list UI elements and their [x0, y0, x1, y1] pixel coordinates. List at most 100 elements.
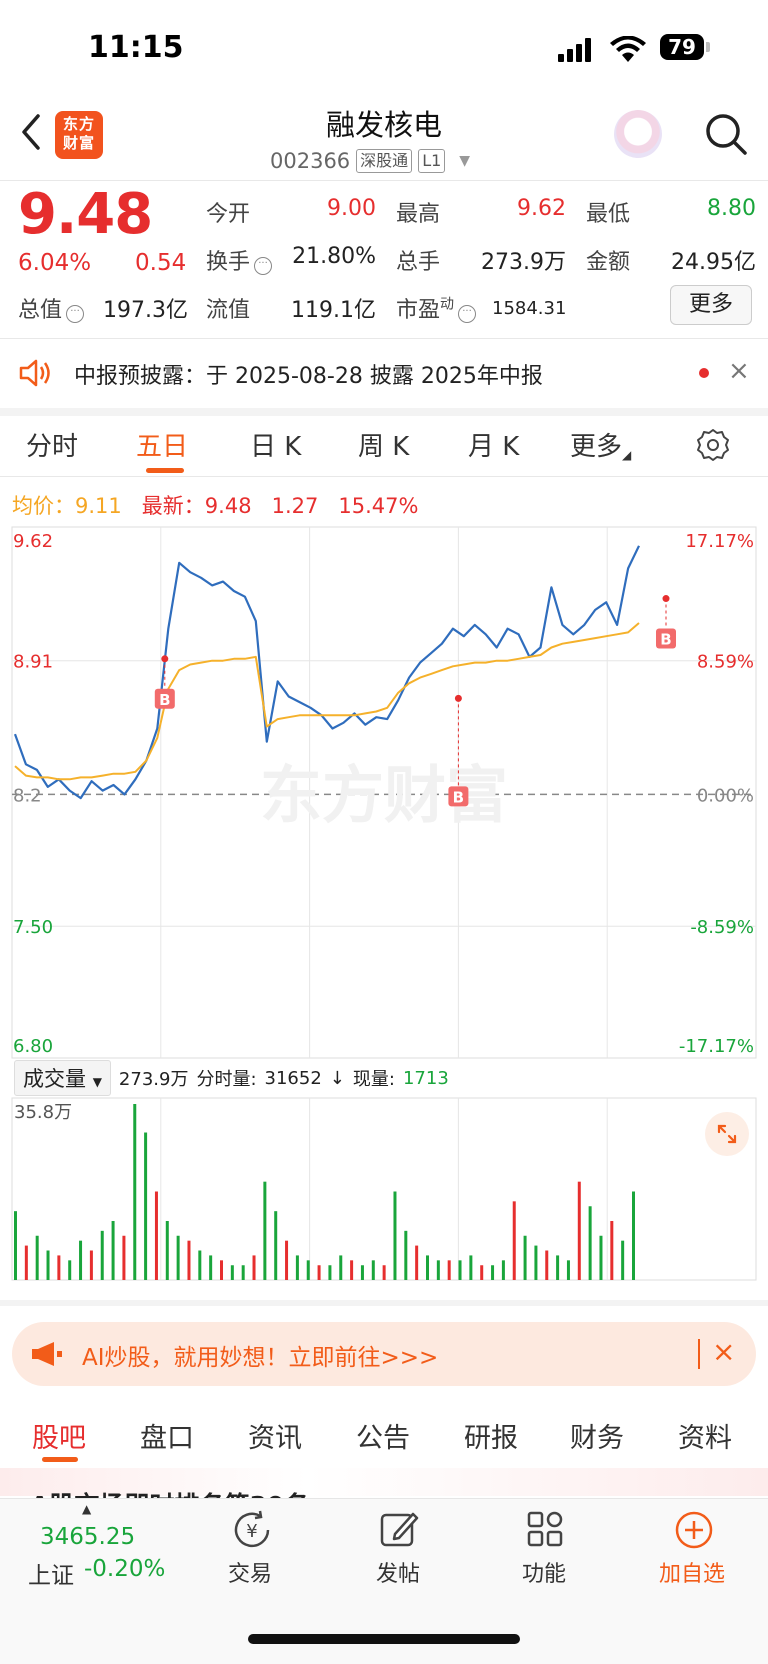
volume-bar [35, 1235, 39, 1280]
volume-bar [534, 1245, 538, 1280]
function-label[interactable]: 功能 [484, 1556, 604, 1588]
tab-weekly-k[interactable]: 周 K [358, 426, 409, 463]
volume-bar [46, 1250, 50, 1280]
index-change: -0.20% [84, 1556, 166, 1582]
volume-bar [79, 1240, 83, 1280]
tab-more-label: 更多 [570, 432, 623, 462]
volume-bar [111, 1221, 115, 1280]
gear-icon[interactable] [696, 428, 730, 462]
volume-bar [68, 1260, 72, 1280]
pe-label: 市盈动 ··· [396, 292, 477, 324]
compose-icon[interactable] [377, 1508, 421, 1552]
svg-text:¥: ¥ [246, 1521, 257, 1542]
caret-up-icon: ▲ [82, 1502, 92, 1516]
unread-dot [699, 368, 709, 378]
connect-tag: 深股通 [356, 149, 413, 173]
tab-profile[interactable]: 资料 [678, 1416, 732, 1455]
volume-bar [133, 1104, 137, 1280]
volume-bar [415, 1245, 419, 1280]
info-dots-icon[interactable]: ··· [254, 257, 273, 275]
y-tick-left: 8.91 [13, 652, 53, 673]
tab-guba[interactable]: 股吧 [32, 1416, 86, 1455]
volume-bar [447, 1260, 451, 1280]
volume-indicator-select[interactable]: 成交量 ▼ [14, 1060, 111, 1096]
compose-label[interactable]: 发帖 [338, 1556, 458, 1588]
tab-daily-k[interactable]: 日 K [250, 426, 301, 463]
search-icon[interactable] [704, 112, 748, 156]
volume-bar [209, 1255, 213, 1280]
volume-bar [588, 1206, 592, 1280]
y-tick-right: -17.17% [679, 1036, 754, 1057]
change-percent: 6.04% [18, 250, 92, 276]
float-cap-value: 119.1亿 [291, 298, 376, 323]
five-day-chart[interactable]: 东方财富 9.62 17.17% 8.91 8.59% 8.2 0.00% 7.50 -8.59… [0, 525, 768, 1285]
grid-icon[interactable] [524, 1508, 568, 1552]
tab-intraday[interactable]: 分时 [26, 426, 78, 463]
index-name: 上证 [28, 1563, 74, 1589]
tab-announcements[interactable]: 公告 [356, 1416, 410, 1455]
notice-close-button[interactable]: × [728, 356, 750, 386]
assistant-robot-icon[interactable] [614, 110, 662, 158]
volume-bar [382, 1265, 386, 1280]
volume-bar [426, 1255, 429, 1280]
volume-bar [285, 1240, 289, 1280]
volume-bar [89, 1250, 93, 1280]
notice-text[interactable]: 中报预披露：于 2025-08-28 披露 2025年中报 [74, 358, 543, 390]
turnover-label: 换手 ··· [206, 244, 273, 276]
y-tick-left: 7.50 [13, 917, 53, 938]
volume-info-row: 成交量 ▼ 273.9万 分时量: 31652 ↓ 现量: 1713 [14, 1060, 449, 1096]
buy-marker-label: B [159, 691, 170, 709]
open-value: 9.00 [327, 196, 376, 221]
volume-bar [501, 1260, 505, 1280]
tab-pankou[interactable]: 盘口 [140, 1416, 194, 1455]
trade-label[interactable]: 交易 [190, 1556, 310, 1588]
more-button[interactable]: 更多 [670, 285, 752, 325]
dropdown-caret-icon: ▼ [459, 153, 471, 169]
avg-value: 9.11 [75, 494, 122, 518]
tab-finance[interactable]: 财务 [570, 1416, 624, 1455]
trade-icon[interactable]: ¥ [230, 1508, 274, 1552]
speaker-icon [19, 359, 50, 387]
quote-divider [0, 338, 768, 339]
tab-news[interactable]: 资讯 [248, 1416, 302, 1455]
tab-research[interactable]: 研报 [464, 1416, 518, 1455]
market-cap-label-text: 总值 [18, 298, 63, 323]
latest-value: 9.48 [204, 494, 252, 518]
avg-label: 均价： [12, 494, 75, 518]
volume-bar [295, 1255, 299, 1280]
active-tab-indicator [146, 468, 184, 473]
volume-bar [360, 1265, 364, 1280]
index-value[interactable]: 3465.25 [40, 1524, 135, 1550]
tab-five-day[interactable]: 五日 [136, 426, 188, 463]
expand-icon[interactable] [705, 1112, 749, 1156]
volume-bar [176, 1235, 180, 1280]
ai-banner-text[interactable]: AI炒股，就用妙想！立即前往>>> [82, 1338, 438, 1372]
info-dots-icon[interactable]: ··· [458, 305, 477, 323]
status-time: 11:15 [88, 30, 184, 65]
volume-bar [469, 1255, 473, 1280]
y-tick-left: 9.62 [13, 531, 53, 552]
tab-more[interactable]: 更多◢ [570, 426, 631, 463]
market-cap-value: 197.3亿 [103, 298, 188, 323]
banner-close-button[interactable]: × [712, 1335, 735, 1368]
volume-value: 273.9万 [481, 250, 566, 275]
volume-bar [404, 1230, 408, 1280]
volume-select-label: 成交量 [23, 1067, 86, 1091]
tab-monthly-k[interactable]: 月 K [468, 426, 519, 463]
cellular-signal-icon [558, 38, 594, 62]
section-gap [0, 1300, 768, 1306]
volume-bar [393, 1191, 397, 1280]
add-circle-icon[interactable] [672, 1508, 716, 1552]
volume-bar [306, 1260, 310, 1280]
stock-code-row[interactable]: 002366 深股通 L1 ▼ [270, 146, 470, 176]
volume-label: 总手 [396, 250, 441, 275]
add-watchlist-label[interactable]: 加自选 [632, 1556, 752, 1588]
y-tick-right: 8.59% [697, 652, 754, 673]
now-volume-label: 现量: [352, 1069, 395, 1090]
volume-bar [328, 1265, 332, 1280]
volume-bar [24, 1245, 28, 1280]
volume-bar [241, 1265, 245, 1280]
info-dots-icon[interactable]: ··· [66, 305, 85, 323]
y-tick-right: 17.17% [685, 531, 754, 552]
volume-bar [187, 1240, 191, 1280]
